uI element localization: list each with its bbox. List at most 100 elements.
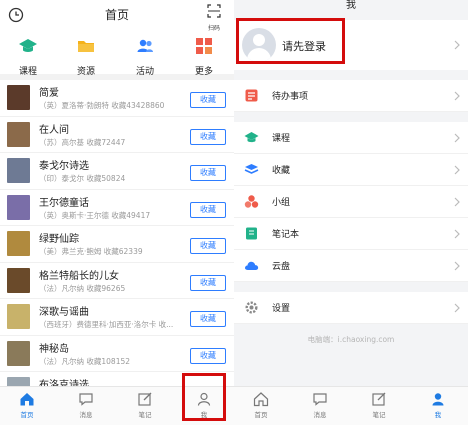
book-cover: [7, 340, 30, 366]
tab-messages-label: 消息: [313, 411, 327, 419]
notebook-icon: [246, 227, 257, 240]
favorite-button[interactable]: 收藏: [190, 201, 226, 218]
book-cover: [7, 304, 30, 329]
quick-more-label: 更多: [194, 67, 213, 77]
menu-item-favorites[interactable]: 收藏: [234, 154, 468, 186]
book-title: 泰戈尔诗选: [39, 161, 89, 172]
tab-me-label: 我: [434, 411, 442, 419]
bottom-tabbar: 首页 消息 笔记 我: [234, 386, 468, 425]
book-title: 简爱: [39, 88, 59, 99]
menu-item-label: 收藏: [272, 166, 291, 176]
user-icon: [432, 393, 444, 406]
tab-messages-label: 消息: [79, 411, 93, 419]
folder-icon: [78, 41, 94, 52]
tab-home-label: 首页: [254, 411, 268, 419]
book-title: 深歌与谣曲: [39, 307, 89, 318]
book-cover: [7, 121, 30, 147]
list-item[interactable]: 在人间 （苏）高尔基 收藏72447 收藏: [0, 117, 234, 153]
menu-item-group[interactable]: 小组: [234, 186, 468, 218]
list-item[interactable]: 深歌与谣曲 （西班牙）费德里科·加西亚·洛尔卡 收... 收藏: [0, 299, 234, 336]
book-meta: （法）凡尔纳 收藏96265: [39, 283, 126, 293]
menu-item-label: 云盘: [272, 262, 291, 272]
tab-notes[interactable]: 笔记: [359, 391, 399, 419]
book-meta: （英）奥斯卡·王尔德 收藏49417: [39, 210, 151, 220]
tab-notes-label: 笔记: [372, 411, 386, 419]
chevron-right-icon: [454, 91, 460, 101]
menu-item-notebook[interactable]: 笔记本: [234, 218, 468, 250]
tab-messages[interactable]: 消息: [300, 391, 340, 419]
people-icon: [137, 39, 153, 52]
chevron-right-icon: [454, 133, 460, 143]
home-panel: 首页 扫码 课程 资源 活动 更多 简爱 （英）夏洛蒂·勃朗特 收藏434288…: [0, 0, 235, 425]
menu-item-label: 笔记本: [272, 230, 300, 240]
favorite-button[interactable]: 收藏: [190, 165, 226, 181]
cloud-icon: [244, 261, 259, 270]
graduation-cap-icon: [244, 132, 259, 143]
favorite-button[interactable]: 收藏: [190, 92, 226, 108]
list-item[interactable]: 神秘岛 （法）凡尔纳 收藏108152 收藏: [0, 336, 234, 372]
home-topbar: 首页 扫码: [0, 0, 234, 32]
highlight-box-login: [236, 18, 345, 64]
book-meta: （美）弗兰克·鲍姆 收藏62339: [39, 247, 143, 256]
tab-notes[interactable]: 笔记: [125, 391, 165, 419]
page-title: 首页: [104, 8, 129, 22]
book-cover: [7, 267, 30, 293]
book-title: 神秘岛: [39, 343, 69, 355]
book-title: 王尔德童话: [39, 197, 89, 209]
graduation-cap-icon: [19, 39, 37, 52]
book-cover: [7, 194, 30, 220]
tab-messages[interactable]: 消息: [66, 391, 106, 419]
book-meta: （苏）高尔基 收藏72447: [39, 137, 126, 147]
gear-icon: [245, 301, 258, 314]
scan-icon: [207, 4, 221, 18]
favorite-button[interactable]: 收藏: [190, 347, 226, 364]
list-item[interactable]: 格兰特船长的儿女 （法）凡尔纳 收藏96265 收藏: [0, 263, 234, 299]
list-item[interactable]: 简爱 （英）夏洛蒂·勃朗特 收藏43428860 收藏: [0, 80, 234, 117]
chevron-right-icon: [454, 303, 460, 313]
list-item[interactable]: 王尔德童话 （英）奥斯卡·王尔德 收藏49417 收藏: [0, 190, 234, 226]
menu-item-label: 小组: [272, 198, 291, 208]
book-title: 格兰特船长的儿女: [39, 270, 119, 282]
chevron-right-icon: [454, 165, 460, 175]
list-item[interactable]: 绿野仙踪 （美）弗兰克·鲍姆 收藏62339 收藏: [0, 226, 234, 263]
bookmark-icon: [244, 164, 259, 174]
highlight-box-me-tab: [182, 373, 226, 421]
menu-item-settings[interactable]: 设置: [234, 292, 468, 324]
scan-button[interactable]: 扫码: [202, 3, 226, 32]
quick-resource-label: 资源: [76, 67, 95, 77]
book-cover: [7, 231, 30, 256]
message-icon: [313, 393, 327, 406]
quick-activity[interactable]: 活动: [123, 36, 167, 78]
quick-course[interactable]: 课程: [6, 36, 50, 78]
tab-notes-label: 笔记: [138, 411, 152, 419]
menu-item-todo[interactable]: 待办事项: [234, 80, 468, 112]
favorite-button[interactable]: 收藏: [190, 128, 226, 145]
tab-home[interactable]: 首页: [7, 391, 47, 419]
quick-activity-label: 活动: [135, 67, 154, 77]
tab-home-label: 首页: [20, 411, 34, 419]
quick-resource[interactable]: 资源: [64, 36, 108, 78]
quick-more[interactable]: 更多: [182, 36, 226, 78]
book-cover: [7, 85, 30, 110]
tab-home[interactable]: 首页: [241, 391, 281, 419]
message-icon: [79, 393, 93, 406]
favorite-button[interactable]: 收藏: [190, 238, 226, 254]
chevron-right-icon: [454, 229, 460, 239]
quick-actions: 课程 资源 活动 更多: [0, 30, 234, 77]
grid-icon: [196, 38, 212, 54]
note-icon: [138, 392, 152, 406]
list-item[interactable]: 泰戈尔诗选 （印）泰戈尔 收藏50824 收藏: [0, 153, 234, 190]
book-title: 在人间: [39, 124, 69, 136]
menu-item-cloud[interactable]: 云盘: [234, 250, 468, 282]
book-meta: （英）夏洛蒂·勃朗特 收藏43428860: [39, 101, 165, 110]
tab-me[interactable]: 我: [418, 391, 458, 419]
favorite-button[interactable]: 收藏: [190, 311, 226, 327]
desktop-url: 电脑端：i.chaoxing.com: [307, 335, 395, 344]
menu-item-course[interactable]: 课程: [234, 122, 468, 154]
book-title: 绿野仙踪: [39, 234, 79, 245]
menu-item-label: 设置: [272, 304, 291, 314]
home-icon: [20, 393, 34, 406]
favorite-button[interactable]: 收藏: [190, 274, 226, 291]
